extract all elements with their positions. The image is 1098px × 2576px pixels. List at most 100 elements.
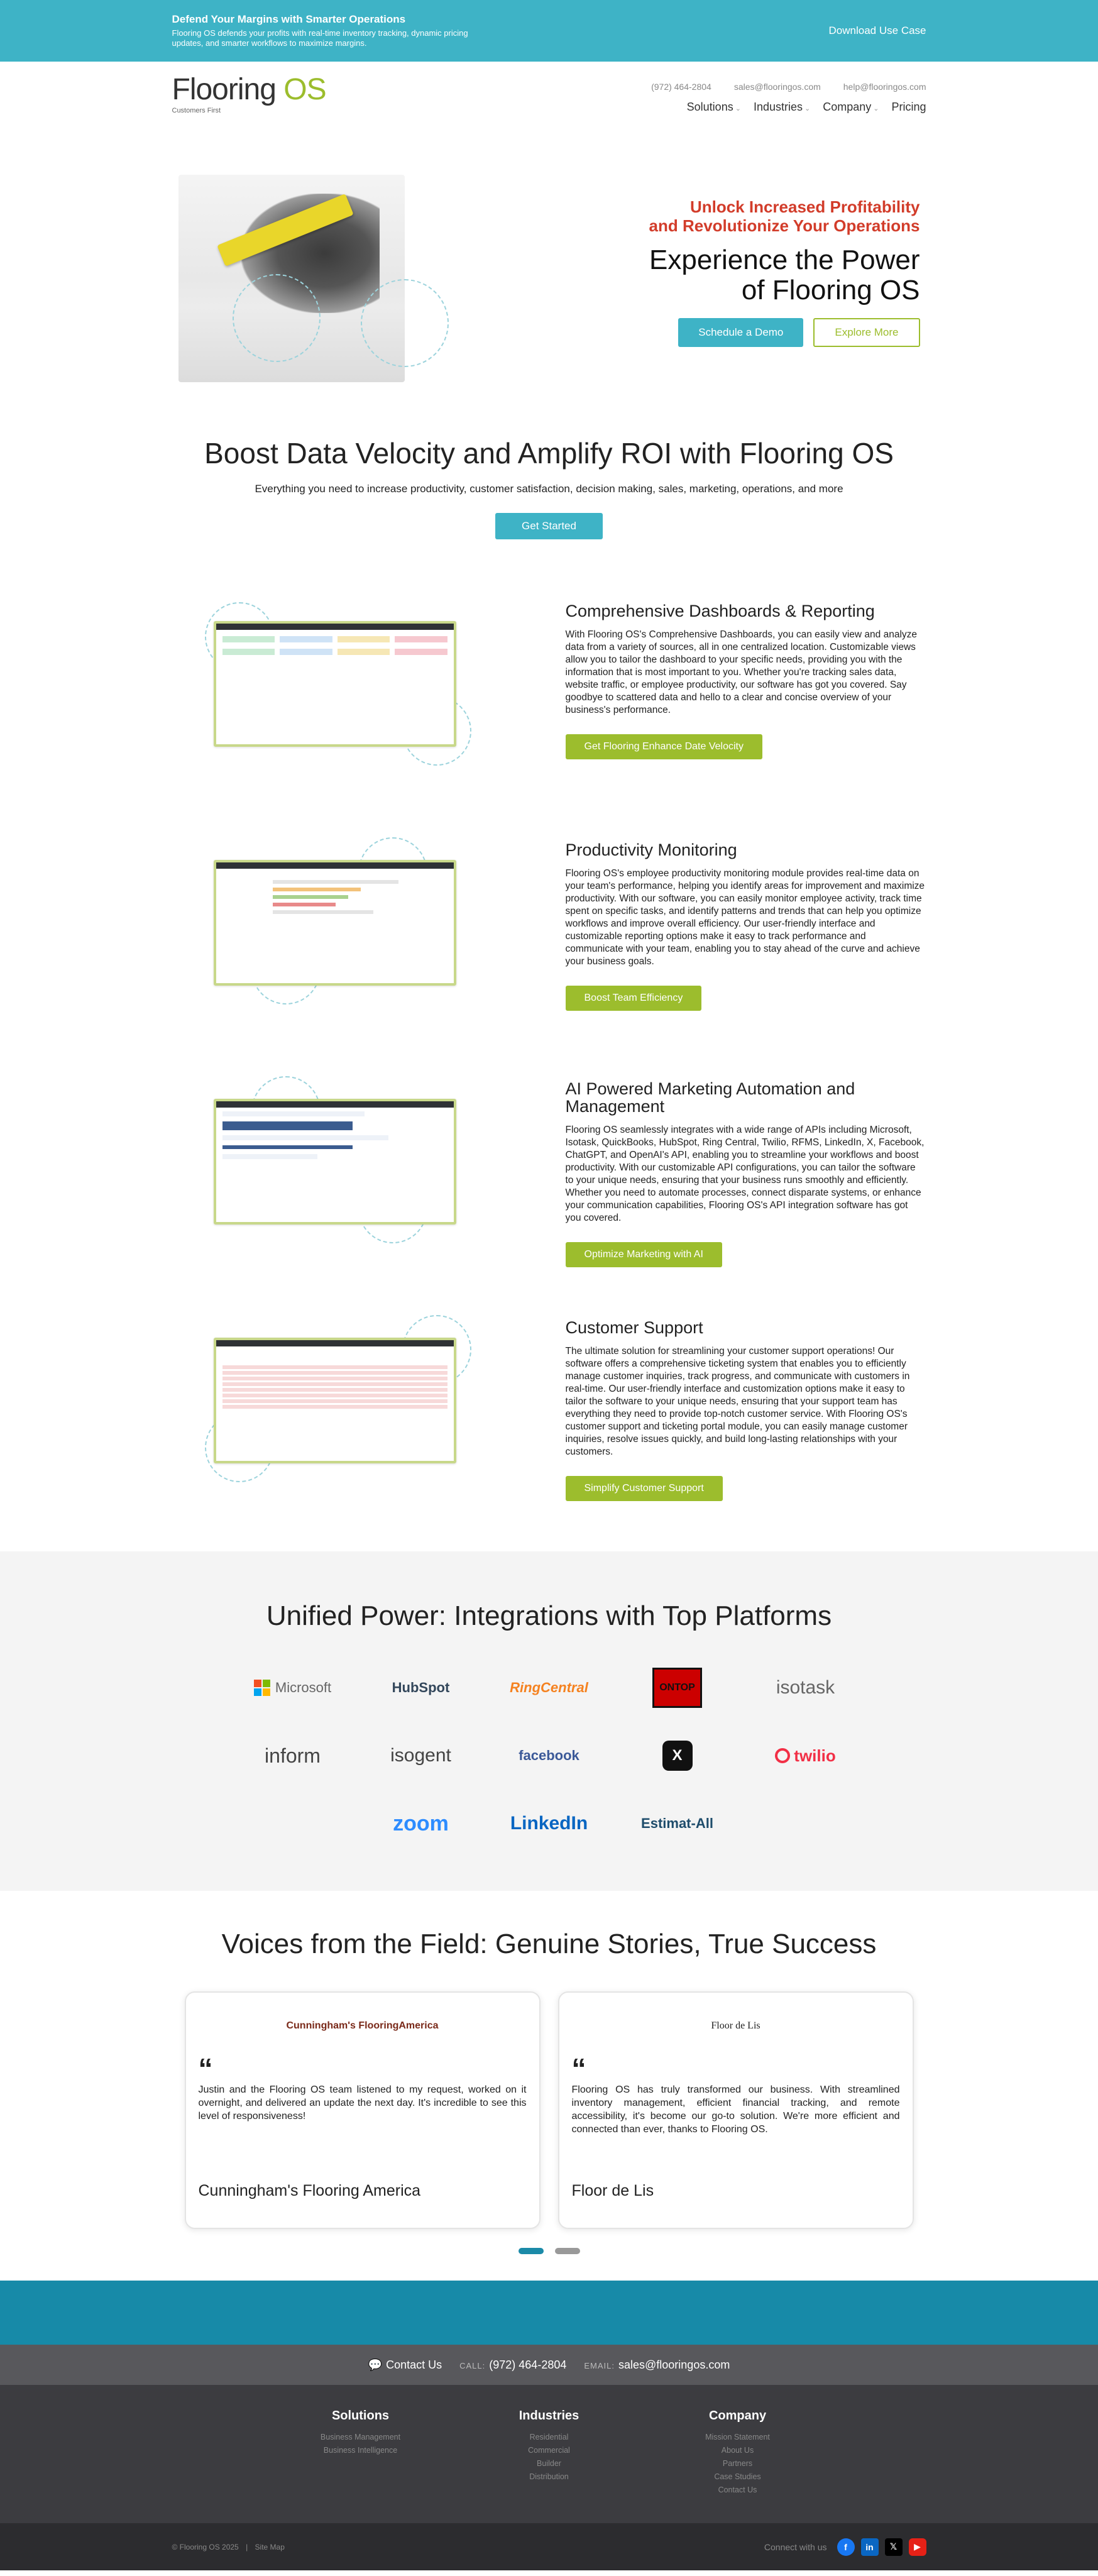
footer-link[interactable]: Case Studies (644, 2470, 832, 2484)
footer-link[interactable]: Partners (644, 2457, 832, 2470)
isotask-logo: isotask (776, 1677, 835, 1698)
connect-label: Connect with us (764, 2541, 827, 2552)
decorative-circle (360, 279, 449, 367)
get-started-button[interactable]: Get Started (495, 513, 603, 539)
feature-marketing: AI Powered Marketing Automation and Mana… (172, 1055, 926, 1294)
twilio-logo: twilio (742, 1734, 870, 1778)
hubspot-logo: HubSpot (392, 1680, 450, 1695)
download-use-case-link[interactable]: Download Use Case (829, 25, 926, 37)
copyright: © Flooring OS 2025 (172, 2542, 239, 2551)
nav-pricing[interactable]: Pricing (891, 101, 926, 114)
feature-title: Productivity Monitoring (565, 840, 737, 859)
x-logo: X (613, 1734, 742, 1778)
hero-subtitle-1: Unlock Increased Profitability (689, 197, 920, 216)
features-list: Comprehensive Dashboards & Reporting Wit… (172, 577, 926, 1533)
hero-section: Unlock Increased Profitability and Revolu… (0, 137, 1098, 426)
testimonials-title: Voices from the Field: Genuine Stories, … (221, 1929, 877, 1959)
feature-dashboards: Comprehensive Dashboards & Reporting Wit… (172, 577, 926, 816)
feature-title: Customer Support (565, 1318, 703, 1337)
nav-solutions[interactable]: Solutions ⌄ (687, 101, 741, 114)
contact-phone[interactable]: (972) 464-2804 (489, 2359, 566, 2371)
feature-title: Comprehensive Dashboards & Reporting (565, 602, 875, 620)
integrations-section: Unified Power: Integrations with Top Pla… (0, 1551, 1098, 1891)
productivity-screenshot (213, 860, 456, 986)
feature-title: AI Powered Marketing Automation and Mana… (565, 1079, 855, 1116)
footer-bottom: © Flooring OS 2025 | Site Map Connect wi… (0, 2523, 1098, 2570)
quote-icon: “ (198, 2052, 213, 2085)
site-header: Flooring OS Customers First (972) 464-28… (0, 62, 1098, 137)
chevron-down-icon: ⌄ (804, 105, 811, 113)
footer-link[interactable]: Residential (455, 2431, 644, 2444)
header-phone[interactable]: (972) 464-2804 (651, 82, 711, 92)
testimonial-quote: Justin and the Flooring OS team listened… (198, 2084, 527, 2122)
linkedin-icon[interactable]: in (860, 2538, 879, 2556)
header-help-email[interactable]: help@flooringos.com (843, 82, 926, 92)
chevron-down-icon: ⌄ (735, 105, 741, 113)
estimat-all-logo: Estimat-All (641, 1815, 713, 1831)
testimonial-author: Floor de Lis (571, 2182, 654, 2199)
call-label: CALL: (459, 2360, 486, 2370)
header-sales-email[interactable]: sales@flooringos.com (734, 82, 821, 92)
chat-icon: 💬 (368, 2358, 383, 2371)
promo-text: Flooring OS defends your profits with re… (172, 28, 468, 48)
hero-title-1: Experience the Power (649, 245, 920, 275)
feature-productivity: Productivity Monitoring Flooring OS's em… (172, 816, 926, 1055)
floor-de-lis-logo: Floor de Lis (711, 2020, 760, 2031)
carousel-dot-1[interactable] (518, 2248, 544, 2254)
facebook-icon[interactable]: f (837, 2538, 855, 2556)
testimonial-author: Cunningham's Flooring America (198, 2182, 421, 2199)
footer-solutions-title: Solutions (331, 2409, 390, 2423)
footer-company-title: Company (708, 2409, 767, 2423)
testimonials-section: Voices from the Field: Genuine Stories, … (0, 1891, 1098, 2281)
contact-bar: 💬 Contact Us CALL: (972) 464-2804 EMAIL: sa… (0, 2345, 1098, 2385)
footer: Solutions Business Management Business I… (0, 2385, 1098, 2523)
simplify-support-button[interactable]: Simplify Customer Support (565, 1476, 723, 1501)
logo-accent: OS (283, 73, 326, 106)
footer-link[interactable]: Business Intelligence (266, 2444, 455, 2457)
zoom-logo: zoom (393, 1811, 449, 1836)
chevron-down-icon: ⌄ (873, 105, 879, 113)
boost-team-efficiency-button[interactable]: Boost Team Efficiency (565, 986, 702, 1011)
nav-industries[interactable]: Industries ⌄ (754, 101, 810, 114)
carousel-dots (0, 2248, 1098, 2254)
email-label: EMAIL: (584, 2360, 615, 2370)
facebook-logo: facebook (519, 1748, 579, 1763)
footer-link[interactable]: Mission Statement (644, 2431, 832, 2444)
testimonial-card: Floor de Lis “ Flooring OS has truly tra… (557, 1991, 914, 2229)
boost-text: Everything you need to increase producti… (255, 483, 843, 495)
schedule-demo-button[interactable]: Schedule a Demo (678, 318, 804, 347)
isogent-logo: isogent (390, 1745, 451, 1766)
logo[interactable]: Flooring OS Customers First (172, 73, 327, 115)
nav-company[interactable]: Company ⌄ (823, 101, 879, 114)
footer-link[interactable]: Business Management (266, 2431, 455, 2444)
nav-industries-label: Industries (753, 101, 803, 113)
footer-link[interactable]: Commercial (455, 2444, 644, 2457)
feature-text: Flooring OS seamlessly integrates with a… (565, 1125, 925, 1223)
inform-logo: inform (265, 1744, 321, 1767)
contact-email[interactable]: sales@flooringos.com (618, 2359, 730, 2371)
x-icon[interactable]: 𝕏 (884, 2538, 903, 2556)
feature-text: The ultimate solution for streamlining y… (565, 1346, 910, 1457)
youtube-icon[interactable]: ▶ (908, 2538, 926, 2556)
optimize-marketing-button[interactable]: Optimize Marketing with AI (565, 1242, 722, 1267)
nav-company-label: Company (823, 101, 872, 113)
logo-tagline: Customers First (172, 107, 221, 114)
enhance-velocity-button[interactable]: Get Flooring Enhance Date Velocity (565, 734, 762, 759)
boost-section: Boost Data Velocity and Amplify ROI with… (0, 426, 1098, 577)
footer-link[interactable]: About Us (644, 2444, 832, 2457)
footer-link[interactable]: Contact Us (644, 2484, 832, 2497)
promo-banner: Defend Your Margins with Smarter Operati… (0, 0, 1098, 62)
feature-text: Flooring OS's employee productivity moni… (565, 868, 925, 967)
sitemap-link[interactable]: Site Map (255, 2543, 285, 2551)
contact-us-link[interactable]: 💬 Contact Us (368, 2359, 442, 2372)
carousel-dot-2[interactable] (554, 2248, 580, 2254)
footer-solutions: Solutions Business Management Business I… (266, 2409, 455, 2497)
footer-industries: Industries Residential Commercial Builde… (455, 2409, 644, 2497)
integrations-title: Unified Power: Integrations with Top Pla… (266, 1600, 832, 1631)
explore-more-button[interactable]: Explore More (813, 318, 920, 347)
footer-link[interactable]: Builder (455, 2457, 644, 2470)
footer-link[interactable]: Distribution (455, 2470, 644, 2484)
boost-title: Boost Data Velocity and Amplify ROI with… (204, 437, 894, 470)
linkedin-logo: LinkedIn (510, 1813, 588, 1834)
footer-industries-title: Industries (519, 2409, 579, 2423)
